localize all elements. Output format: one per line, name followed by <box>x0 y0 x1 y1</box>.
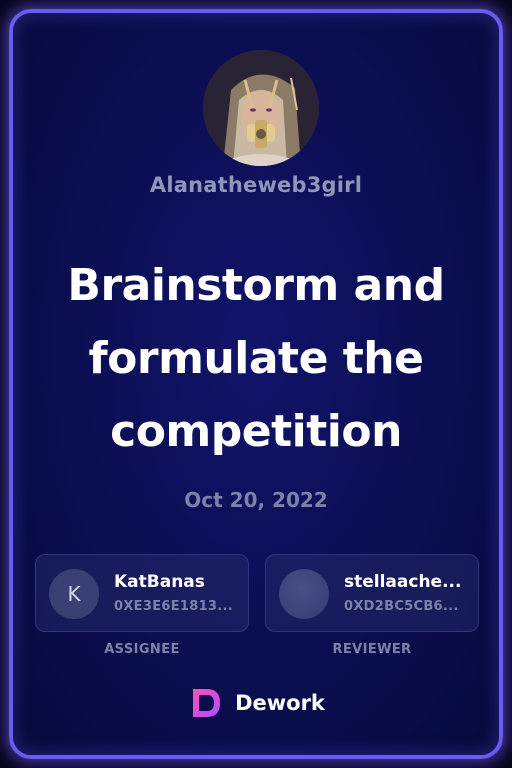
assignee-label: ASSIGNEE <box>104 642 180 657</box>
assignee-card[interactable]: K KatBanas 0XE3E6E1813... <box>35 554 249 632</box>
dework-branding: Dework <box>13 683 499 723</box>
assignee-avatar: K <box>49 569 99 619</box>
assignee-address: 0XE3E6E1813... <box>114 599 233 614</box>
reviewer-card[interactable]: stellaache... 0XD2BC5CB6... <box>265 554 479 632</box>
dework-brand-name: Dework <box>235 691 325 715</box>
reviewer-avatar <box>279 569 329 619</box>
reviewer-address: 0XD2BC5CB6... <box>344 599 459 614</box>
creator-username: Alanatheweb3girl <box>149 173 363 197</box>
avatar-portrait-image <box>203 50 319 166</box>
task-date: Oct 20, 2022 <box>184 488 328 512</box>
task-title: Brainstorm and formulate the competition <box>67 260 445 457</box>
assignee-name: KatBanas <box>114 572 205 592</box>
reviewer-label: REVIEWER <box>332 642 412 657</box>
creator-avatar <box>203 50 319 166</box>
reviewer-name: stellaache... <box>344 572 462 592</box>
dework-logo-icon <box>188 689 221 717</box>
task-card: Alanatheweb3girl Brainstorm and formulat… <box>9 9 503 759</box>
